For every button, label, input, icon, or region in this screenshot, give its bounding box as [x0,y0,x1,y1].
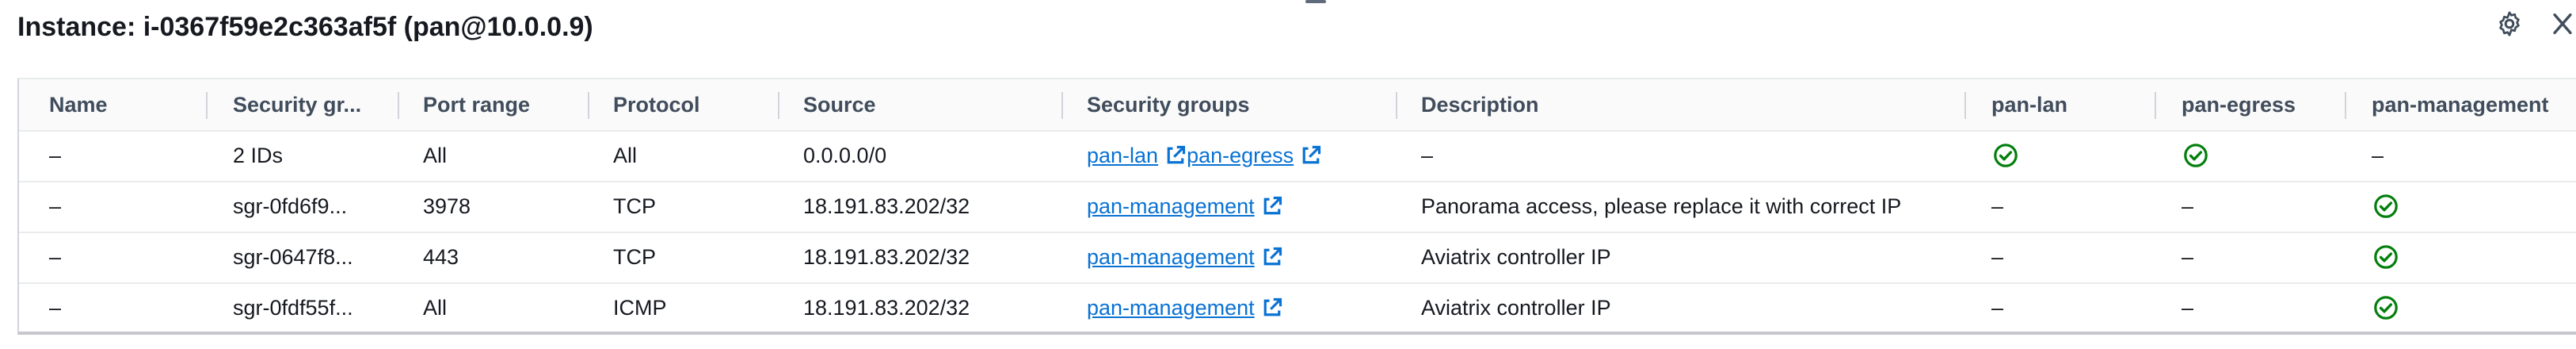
panel-title: Instance: i-0367f59e2c363af5f (pan@10.0.… [17,12,593,42]
check-circle-icon [1994,144,2018,167]
column-header-security-groups[interactable]: Security groups [1087,79,1250,130]
cell-description: – [1421,143,1434,167]
gear-icon[interactable] [2495,10,2524,38]
cell-pan-egress: – [2182,295,2194,320]
check-circle-icon [2184,144,2208,167]
cell-protocol: ICMP [613,295,667,320]
external-link-icon [1302,145,1321,164]
cell-security-group-rule-id: sgr-0fd6f9... [233,194,348,218]
cell-security-group-rule-id: sgr-0647f8... [233,244,353,269]
cell-description: Panorama access, please replace it with … [1421,194,1902,218]
cell-security-groups: pan-management [1087,282,1283,332]
cell-source: 0.0.0.0/0 [803,143,887,167]
column-header-name[interactable]: Name [49,79,108,130]
cell-description: Aviatrix controller IP [1421,244,1611,269]
close-icon[interactable] [2549,8,2576,40]
cell-protocol: All [613,143,638,167]
cell-pan-management [2372,232,2399,282]
cell-pan-management: – [2372,143,2384,167]
cell-protocol: TCP [613,194,656,218]
cell-security-group-rule-id: 2 IDs [233,143,284,167]
security-group-link-label: pan-management [1087,194,1255,218]
column-resizer[interactable] [398,92,399,119]
security-groups-table: Name Security gr... Port range Protocol … [17,78,2576,335]
cell-security-groups: pan-management [1087,232,1283,282]
column-resizer[interactable] [588,92,589,119]
cell-source: 18.191.83.202/32 [803,295,970,320]
security-group-link[interactable]: pan-management [1087,194,1283,219]
table-row: – sgr-0fdf55f... All ICMP 18.191.83.202/32 pa… [19,282,2576,332]
check-circle-icon [2374,245,2398,269]
cell-pan-lan: – [1991,194,2004,218]
cell-security-groups: pan-lan pan-egress [1087,130,1322,181]
security-group-link-label: pan-management [1087,244,1255,269]
cell-source: 18.191.83.202/32 [803,194,970,218]
cell-security-group-rule-id: sgr-0fdf55f... [233,295,353,320]
cell-description: Aviatrix controller IP [1421,295,1611,320]
cell-pan-lan: – [1991,244,2004,269]
cell-source: 18.191.83.202/32 [803,244,970,269]
check-circle-icon [2374,194,2398,218]
cell-port-range: 443 [423,244,459,269]
column-header-source[interactable]: Source [803,79,876,130]
table-row: – 2 IDs All All 0.0.0.0/0 pan-lan pan-egress – – [19,130,2576,182]
security-group-link[interactable]: pan-management [1087,296,1283,320]
cell-protocol: TCP [613,244,656,269]
cell-pan-egress: – [2182,244,2194,269]
security-group-link-label: pan-management [1087,295,1255,320]
security-group-link-label: pan-egress [1187,143,1294,167]
resize-handle[interactable] [1305,0,1326,3]
cell-name: – [49,194,62,218]
cell-name: – [49,295,62,320]
column-resizer[interactable] [2345,92,2346,119]
column-header-pan-lan[interactable]: pan-lan [1991,79,2067,130]
cell-pan-management [2372,181,2399,232]
table-header: Name Security gr... Port range Protocol … [19,79,2576,132]
security-group-link[interactable]: pan-lan [1087,144,1187,168]
external-link-icon [1167,145,1186,164]
table-row: – sgr-0fd6f9... 3978 TCP 18.191.83.202/32 pan… [19,181,2576,233]
cell-port-range: 3978 [423,194,471,218]
column-header-protocol[interactable]: Protocol [613,79,700,130]
column-resizer[interactable] [2155,92,2156,119]
cell-port-range: All [423,143,448,167]
column-resizer[interactable] [1964,92,1966,119]
column-header-port-range[interactable]: Port range [423,79,530,130]
column-resizer[interactable] [1396,92,1397,119]
cell-pan-lan: – [1991,295,2004,320]
table-row: – sgr-0647f8... 443 TCP 18.191.83.202/32 pan-… [19,232,2576,284]
column-resizer[interactable] [206,92,208,119]
cell-pan-management [2372,282,2399,332]
column-resizer[interactable] [1061,92,1063,119]
cell-pan-lan [1991,130,2018,181]
column-header-description[interactable]: Description [1421,79,1539,130]
cell-security-groups: pan-management [1087,181,1283,232]
check-circle-icon [2374,296,2398,320]
column-resizer[interactable] [778,92,779,119]
external-link-icon [1263,247,1282,266]
security-group-link[interactable]: pan-egress [1187,144,1322,168]
cell-name: – [49,244,62,269]
cell-pan-egress: – [2182,194,2194,218]
column-header-security-group-rule[interactable]: Security gr... [233,79,391,130]
column-header-pan-management[interactable]: pan-management [2372,79,2549,130]
external-link-icon [1263,196,1282,215]
external-link-icon [1263,297,1282,316]
cell-pan-egress [2182,130,2208,181]
cell-port-range: All [423,295,448,320]
column-header-pan-egress[interactable]: pan-egress [2182,79,2296,130]
cell-name: – [49,143,62,167]
security-group-link-label: pan-lan [1087,143,1159,167]
security-group-link[interactable]: pan-management [1087,245,1283,270]
